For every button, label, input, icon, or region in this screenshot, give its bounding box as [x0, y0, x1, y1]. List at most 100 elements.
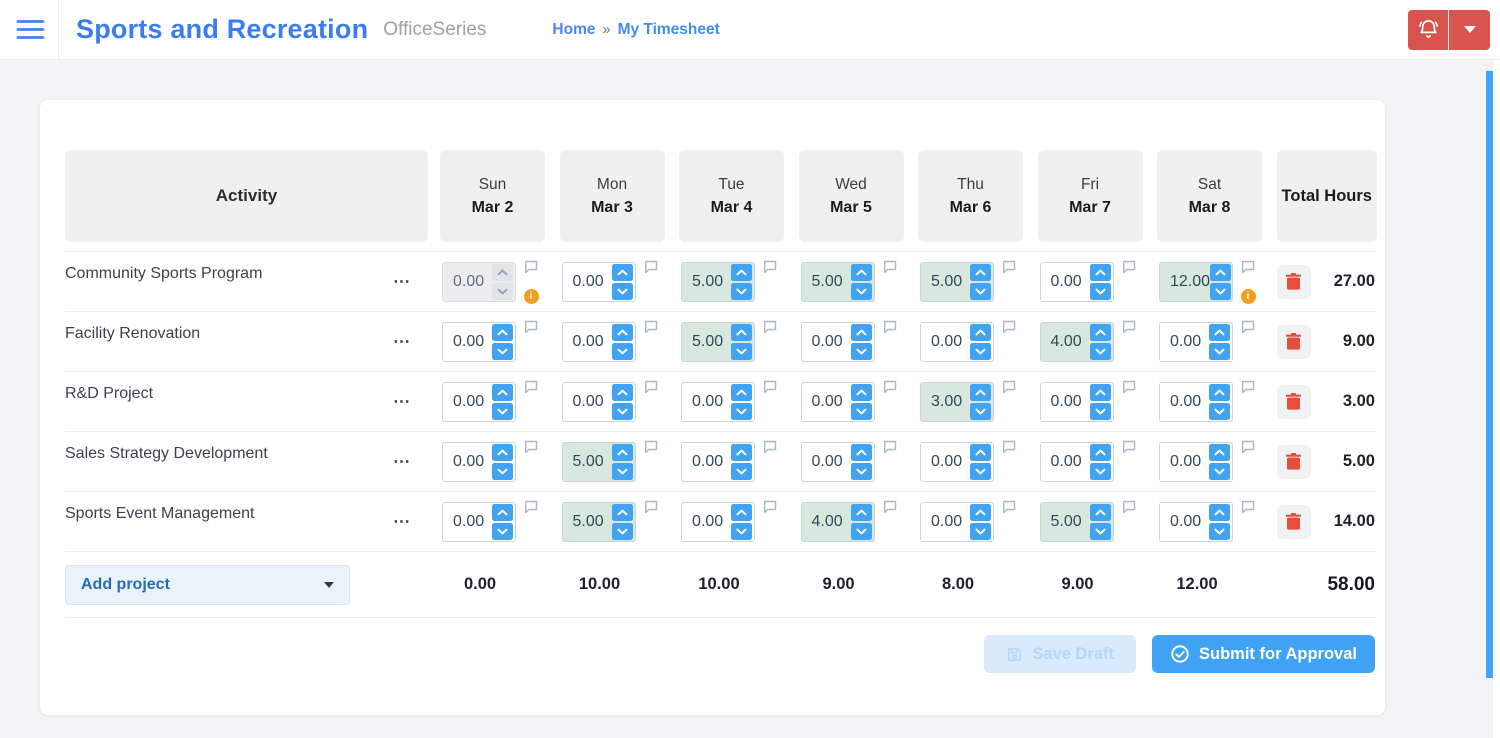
- comment-icon[interactable]: [644, 260, 658, 273]
- comment-icon[interactable]: [1122, 500, 1136, 513]
- chevron-up-icon[interactable]: [492, 504, 513, 521]
- chevron-up-icon[interactable]: [970, 384, 991, 401]
- chevron-up-icon[interactable]: [612, 384, 633, 401]
- hours-input[interactable]: 0.00: [442, 322, 516, 362]
- comment-icon[interactable]: [1122, 440, 1136, 453]
- chevron-down-icon[interactable]: [851, 403, 872, 420]
- comment-icon[interactable]: [524, 260, 538, 273]
- hours-input[interactable]: 0.00: [1159, 322, 1233, 362]
- hours-input[interactable]: 3.00: [920, 382, 994, 422]
- comment-icon[interactable]: [1122, 260, 1136, 273]
- hours-input[interactable]: 5.00: [1040, 502, 1114, 542]
- comment-icon[interactable]: [1002, 320, 1016, 333]
- chevron-up-icon[interactable]: [1209, 384, 1230, 401]
- hours-input[interactable]: 0.00: [920, 502, 994, 542]
- chevron-down-icon[interactable]: [1090, 523, 1111, 540]
- hours-input[interactable]: 0.00: [442, 502, 516, 542]
- breadcrumb-current-link[interactable]: My Timesheet: [618, 21, 720, 39]
- hours-input[interactable]: 0.00: [1040, 262, 1114, 302]
- chevron-down-icon[interactable]: [731, 523, 752, 540]
- chevron-down-icon[interactable]: [851, 523, 872, 540]
- comment-icon[interactable]: [763, 260, 777, 273]
- chevron-up-icon[interactable]: [612, 444, 633, 461]
- delete-row-button[interactable]: [1277, 445, 1311, 479]
- chevron-up-icon[interactable]: [970, 504, 991, 521]
- comment-icon[interactable]: [1122, 320, 1136, 333]
- hours-input[interactable]: 0.00: [1040, 442, 1114, 482]
- chevron-up-icon[interactable]: [1209, 504, 1230, 521]
- hours-input[interactable]: 0.00: [1159, 502, 1233, 542]
- comment-icon[interactable]: [763, 440, 777, 453]
- comment-icon[interactable]: [883, 320, 897, 333]
- hours-input[interactable]: 0.00: [920, 442, 994, 482]
- comment-icon[interactable]: [524, 500, 538, 513]
- chevron-down-icon[interactable]: [492, 463, 513, 480]
- hours-input[interactable]: 4.00: [801, 502, 875, 542]
- account-menu-button[interactable]: [1449, 10, 1490, 50]
- delete-row-button[interactable]: [1277, 505, 1311, 539]
- delete-row-button[interactable]: [1277, 385, 1311, 419]
- scrollbar-thumb[interactable]: [1486, 71, 1493, 678]
- chevron-up-icon[interactable]: [731, 324, 752, 341]
- hours-input[interactable]: 5.00: [681, 322, 755, 362]
- row-options-button[interactable]: ⋯: [393, 393, 412, 410]
- chevron-down-icon[interactable]: [1090, 463, 1111, 480]
- hours-input[interactable]: 12.00: [1159, 262, 1233, 302]
- chevron-down-icon[interactable]: [731, 283, 752, 300]
- hours-input[interactable]: 0.00: [1159, 442, 1233, 482]
- chevron-up-icon[interactable]: [1090, 264, 1111, 281]
- chevron-up-icon[interactable]: [851, 264, 872, 281]
- chevron-down-icon[interactable]: [970, 283, 991, 300]
- chevron-up-icon[interactable]: [1090, 384, 1111, 401]
- hours-input[interactable]: 0.00: [801, 382, 875, 422]
- chevron-up-icon[interactable]: [970, 264, 991, 281]
- comment-icon[interactable]: [883, 260, 897, 273]
- chevron-down-icon[interactable]: [851, 463, 872, 480]
- chevron-down-icon[interactable]: [612, 343, 633, 360]
- chevron-up-icon[interactable]: [731, 384, 752, 401]
- comment-icon[interactable]: [763, 380, 777, 393]
- hours-input[interactable]: 0.00: [562, 262, 636, 302]
- delete-row-button[interactable]: [1277, 265, 1311, 299]
- hours-input[interactable]: 0.00: [1040, 382, 1114, 422]
- comment-icon[interactable]: [524, 380, 538, 393]
- chevron-up-icon[interactable]: [612, 504, 633, 521]
- chevron-down-icon[interactable]: [851, 343, 872, 360]
- chevron-down-icon[interactable]: [970, 403, 991, 420]
- chevron-down-icon[interactable]: [970, 343, 991, 360]
- chevron-up-icon[interactable]: [612, 324, 633, 341]
- chevron-up-icon[interactable]: [851, 444, 872, 461]
- comment-icon[interactable]: [1241, 380, 1255, 393]
- comment-icon[interactable]: [1241, 320, 1255, 333]
- comment-icon[interactable]: [763, 320, 777, 333]
- comment-icon[interactable]: [1241, 440, 1255, 453]
- notifications-button[interactable]: [1408, 10, 1449, 50]
- hours-input[interactable]: 4.00: [1040, 322, 1114, 362]
- chevron-up-icon[interactable]: [970, 444, 991, 461]
- hamburger-menu-button[interactable]: [7, 7, 53, 53]
- chevron-down-icon[interactable]: [1090, 343, 1111, 360]
- comment-icon[interactable]: [1241, 500, 1255, 513]
- chevron-down-icon[interactable]: [492, 343, 513, 360]
- hours-input[interactable]: 5.00: [562, 502, 636, 542]
- chevron-down-icon[interactable]: [1209, 403, 1230, 420]
- add-project-select[interactable]: Add project: [65, 565, 350, 605]
- chevron-up-icon[interactable]: [1209, 324, 1230, 341]
- comment-icon[interactable]: [1241, 260, 1255, 273]
- hours-input[interactable]: 0.00: [442, 442, 516, 482]
- chevron-down-icon[interactable]: [492, 523, 513, 540]
- chevron-down-icon[interactable]: [731, 403, 752, 420]
- breadcrumb-home-link[interactable]: Home: [552, 21, 595, 39]
- comment-icon[interactable]: [883, 440, 897, 453]
- comment-icon[interactable]: [644, 380, 658, 393]
- hours-input[interactable]: 0.00: [1159, 382, 1233, 422]
- comment-icon[interactable]: [1002, 260, 1016, 273]
- chevron-down-icon[interactable]: [612, 523, 633, 540]
- hours-input[interactable]: 0.00: [562, 322, 636, 362]
- comment-icon[interactable]: [883, 500, 897, 513]
- chevron-up-icon[interactable]: [851, 504, 872, 521]
- chevron-down-icon[interactable]: [612, 403, 633, 420]
- row-options-button[interactable]: ⋯: [393, 333, 412, 350]
- comment-icon[interactable]: [763, 500, 777, 513]
- hours-input[interactable]: 0.00: [681, 442, 755, 482]
